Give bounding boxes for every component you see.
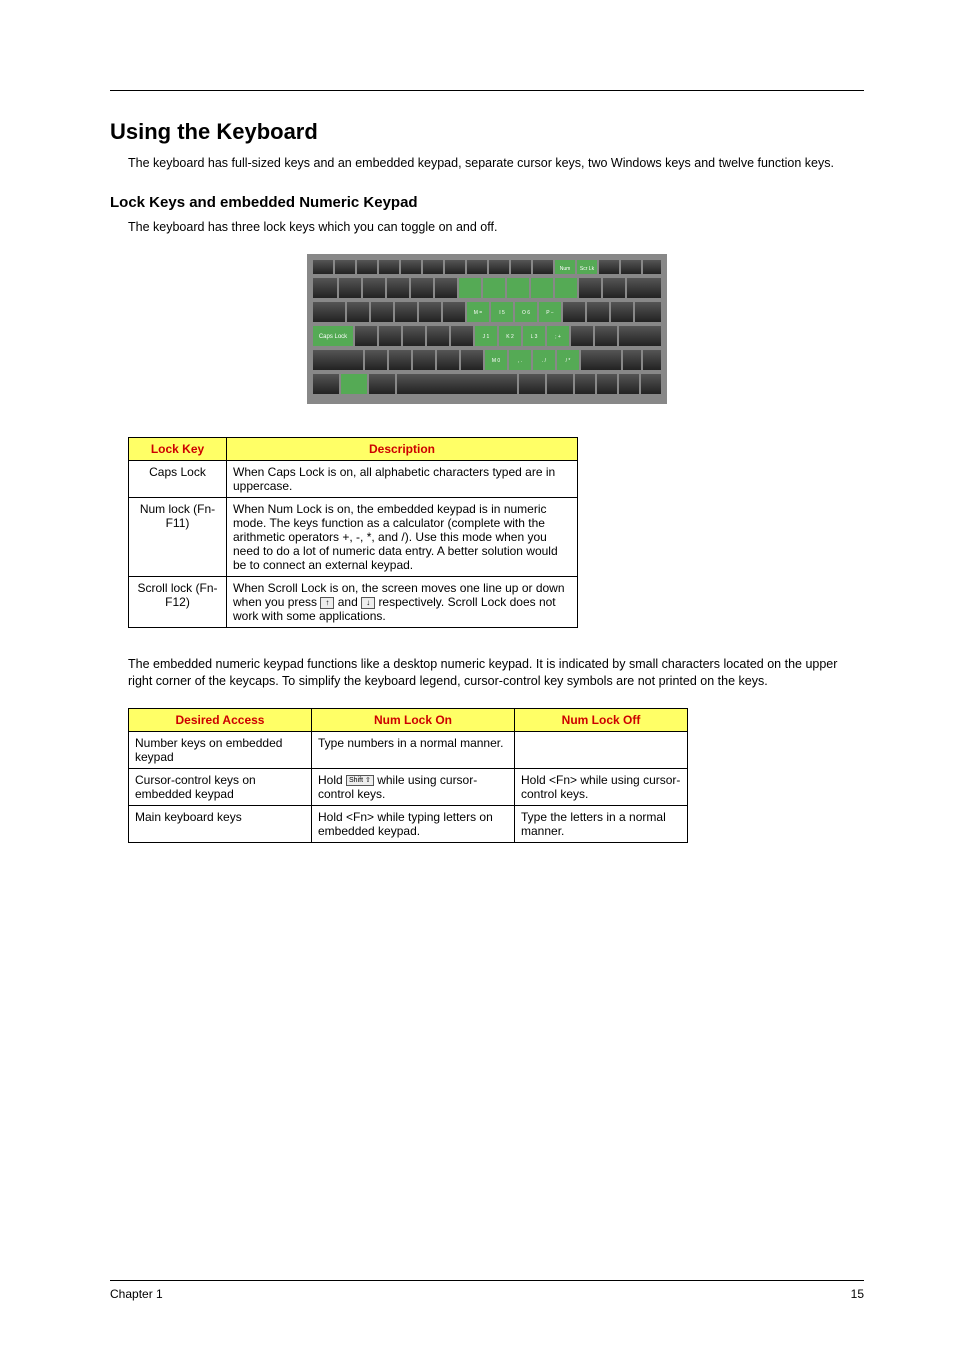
table-header-row: Lock Key Description [129,437,578,460]
table-row: Caps Lock When Caps Lock is on, all alph… [129,460,578,497]
keyboard-illustration: Num Scr Lk [307,254,667,409]
cell-description: When Num Lock is on, the embedded keypad… [227,497,578,576]
lock-keys-table: Lock Key Description Caps Lock When Caps… [128,437,578,628]
svg-text:Num: Num [560,266,571,272]
table-row: Scroll lock (Fn-F12) When Scroll Lock is… [129,576,578,627]
svg-text:P −: P − [546,310,554,316]
numeric-keypad-paragraph: The embedded numeric keypad functions li… [128,656,864,690]
lockkeys-paragraph: The keyboard has three lock keys which y… [128,219,864,236]
access-table: Desired Access Num Lock On Num Lock Off … [128,708,688,843]
svg-text:/ *: / * [566,358,571,364]
svg-text:M 0: M 0 [492,358,501,364]
svg-text:, .: , . [518,358,522,364]
intro-paragraph: The keyboard has full-sized keys and an … [128,155,864,172]
cell-description: When Caps Lock is on, all alphabetic cha… [227,460,578,497]
svg-text:O 6: O 6 [522,310,530,316]
svg-text:M =: M = [474,310,483,316]
table-row: Main keyboard keys Hold <Fn> while typin… [129,805,688,842]
up-arrow-key-icon: ↑ [320,597,334,609]
cell-on-prefix: Hold [318,773,346,787]
cell-access: Cursor-control keys on embedded keypad [129,768,312,805]
cell-lockkey: Caps Lock [129,460,227,497]
down-arrow-key-icon: ↓ [361,597,375,609]
th-description: Description [227,437,578,460]
svg-text:K 2: K 2 [506,334,514,340]
svg-text:I 5: I 5 [499,310,505,316]
cell-off: Hold <Fn> while using cursor-control key… [515,768,688,805]
th-numlock-on: Num Lock On [312,708,515,731]
svg-text:L 3: L 3 [531,334,538,340]
cell-lockkey: Num lock (Fn-F11) [129,497,227,576]
th-lock-key: Lock Key [129,437,227,460]
table-row: Cursor-control keys on embedded keypad H… [129,768,688,805]
top-rule [110,90,864,91]
keyboard-svg: Num Scr Lk [307,254,667,404]
svg-text:Caps Lock: Caps Lock [319,334,348,340]
section-heading-lockkeys: Lock Keys and embedded Numeric Keypad [110,194,864,211]
svg-text:; +: ; + [555,334,561,340]
shift-key-icon: Shift ⇧ [346,775,374,786]
footer-chapter: Chapter 1 [110,1287,163,1301]
cell-on: Hold Shift ⇧ while using cursor-control … [312,768,515,805]
page-title: Using the Keyboard [110,119,864,145]
footer-page-number: 15 [851,1287,864,1301]
cell-lockkey: Scroll lock (Fn-F12) [129,576,227,627]
cell-description: When Scroll Lock is on, the screen moves… [227,576,578,627]
cell-off: Type the letters in a normal manner. [515,805,688,842]
svg-text:J 1: J 1 [483,334,490,340]
desc-text: and [338,595,361,609]
svg-text:Scr Lk: Scr Lk [580,266,595,272]
cell-off [515,731,688,768]
page-footer: Chapter 1 15 [110,1280,864,1301]
cell-access: Main keyboard keys [129,805,312,842]
table-row: Num lock (Fn-F11) When Num Lock is on, t… [129,497,578,576]
cell-on: Hold <Fn> while typing letters on embedd… [312,805,515,842]
table-header-row: Desired Access Num Lock On Num Lock Off [129,708,688,731]
cell-access: Number keys on embedded keypad [129,731,312,768]
table-row: Number keys on embedded keypad Type numb… [129,731,688,768]
cell-on: Type numbers in a normal manner. [312,731,515,768]
th-numlock-off: Num Lock Off [515,708,688,731]
th-desired-access: Desired Access [129,708,312,731]
svg-text:. /: . / [542,358,547,364]
